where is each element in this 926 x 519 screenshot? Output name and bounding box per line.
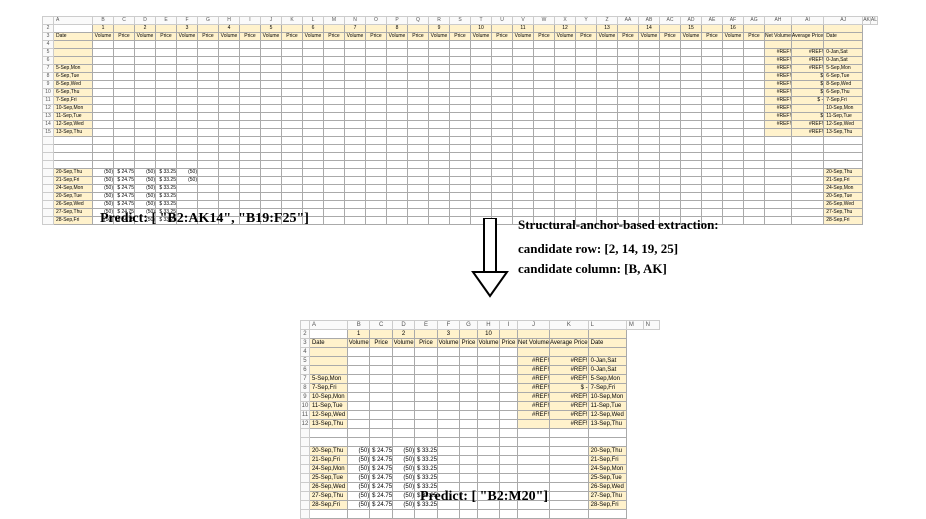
predict-bottom: Predict: [ "B2:M20"] <box>420 490 548 504</box>
page: ABCDEFGHIJKLMNOPQRSTUVWXYZAAABACADAEAFAG… <box>0 0 926 506</box>
arrow-down-icon <box>470 218 510 298</box>
candidate-rows: candidate row: [2, 14, 19, 25] <box>518 239 719 259</box>
extraction-text: Structural-anchor-based extraction: cand… <box>518 215 719 279</box>
top-spreadsheet: ABCDEFGHIJKLMNOPQRSTUVWXYZAAABACADAEAFAG… <box>42 16 884 225</box>
extraction-title: Structural-anchor-based extraction: <box>518 215 719 235</box>
predict-top: Predict: [ "B2:AK14", "B19:F25"] <box>100 211 309 228</box>
candidate-cols: candidate column: [B, AK] <box>518 259 719 279</box>
